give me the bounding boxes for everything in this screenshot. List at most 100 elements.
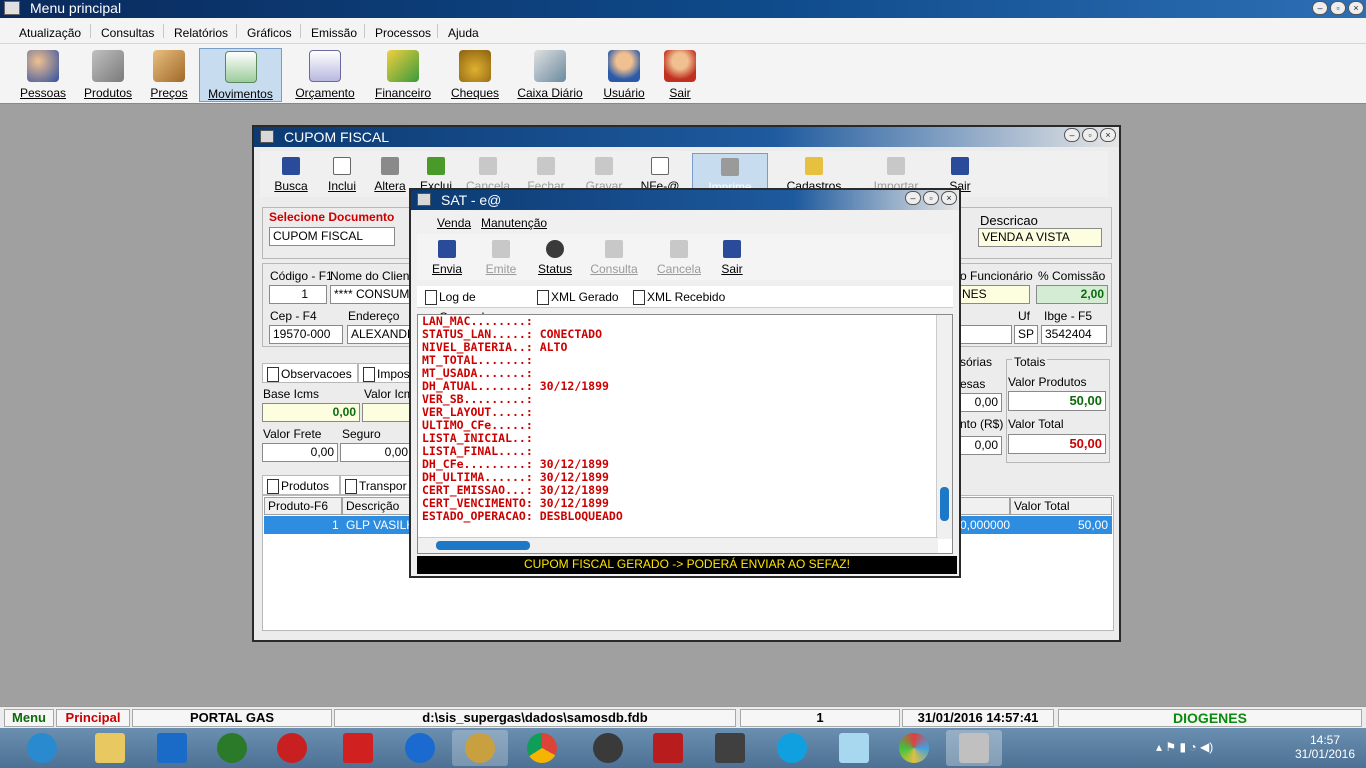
restore-icon[interactable]: ▫ bbox=[923, 191, 939, 205]
system-app-icon[interactable] bbox=[946, 730, 1002, 766]
cancela-button[interactable]: Cancela bbox=[464, 153, 512, 193]
desconto-field[interactable]: 0,00 bbox=[958, 436, 1002, 455]
acrobat-icon[interactable] bbox=[330, 730, 386, 766]
close-icon[interactable]: × bbox=[941, 191, 957, 205]
nfe-button[interactable]: NFe-@ bbox=[638, 153, 682, 193]
menu-consultas[interactable]: Consultas bbox=[101, 26, 154, 40]
toolbar-orcamento-button[interactable]: Orçamento bbox=[292, 48, 358, 102]
tray-icons[interactable]: ▴ ⚑ ▮ ◔ ◀) bbox=[1156, 740, 1213, 754]
valor-icms-field[interactable] bbox=[362, 403, 412, 422]
toolbar-pessoas-button[interactable]: Pessoas bbox=[16, 48, 70, 102]
ib-icon[interactable] bbox=[580, 730, 636, 766]
close-icon[interactable]: × bbox=[1348, 1, 1364, 15]
menu-processos[interactable]: Processos bbox=[375, 26, 431, 40]
descricao-field[interactable]: VENDA A VISTA bbox=[978, 228, 1102, 247]
fechar-button[interactable]: Fechar bbox=[526, 153, 566, 193]
paint-icon[interactable] bbox=[886, 730, 942, 766]
log-area[interactable]: LAN_MAC........: STATUS_LAN.....: CONECTA… bbox=[417, 314, 953, 554]
toolbar-sair-button[interactable]: Sair bbox=[660, 48, 700, 102]
sat-cancela-button[interactable]: Cancela bbox=[655, 236, 703, 276]
envia-button[interactable]: Envia bbox=[431, 236, 463, 276]
inclui-button[interactable]: Inclui bbox=[326, 153, 358, 193]
app-7-icon[interactable] bbox=[452, 730, 508, 766]
tray-clock[interactable]: 14:57 31/01/2016 bbox=[1292, 733, 1358, 761]
col-valor-total[interactable]: Valor Total bbox=[1010, 497, 1112, 515]
endereco-field[interactable]: ALEXANDR bbox=[347, 325, 413, 344]
tab-produtos[interactable]: Produtos bbox=[262, 475, 340, 495]
menu-atualizacao[interactable]: Atualização bbox=[19, 26, 81, 40]
sublime-icon[interactable] bbox=[702, 730, 758, 766]
col-descricao[interactable]: Descrição bbox=[342, 497, 412, 515]
seguro-field[interactable]: 0,00 bbox=[340, 443, 412, 462]
funcionario-field[interactable]: NES bbox=[958, 285, 1030, 304]
restore-icon[interactable]: ▫ bbox=[1330, 1, 1346, 15]
minimize-icon[interactable]: – bbox=[1064, 128, 1080, 142]
emite-button[interactable]: Emite bbox=[483, 236, 519, 276]
outlook-icon[interactable] bbox=[144, 730, 200, 766]
toolbar-financeiro-button[interactable]: Financeiro bbox=[370, 48, 436, 102]
tab-observacoes[interactable]: Observacoes bbox=[262, 363, 358, 383]
log-line: ESTADO_OPERACAO: DESBLOQUEADO bbox=[422, 509, 623, 523]
col-produto[interactable]: Produto-F6 bbox=[264, 497, 342, 515]
tab-impostos[interactable]: Impos bbox=[358, 363, 412, 383]
exclui-button[interactable]: Exclui bbox=[418, 153, 454, 193]
consulta-button[interactable]: Consulta bbox=[587, 236, 641, 276]
busca-button[interactable]: Busca bbox=[274, 153, 308, 193]
vertical-scrollbar[interactable] bbox=[936, 315, 952, 539]
comissao-field[interactable]: 2,00 bbox=[1036, 285, 1108, 304]
cadastros-button[interactable]: Cadastros bbox=[776, 153, 852, 193]
minimize-icon[interactable]: – bbox=[905, 191, 921, 205]
chrome-icon[interactable] bbox=[514, 730, 570, 766]
menu-relatorios[interactable]: Relatórios bbox=[174, 26, 228, 40]
hscroll-thumb[interactable] bbox=[436, 541, 530, 550]
despesas-field[interactable]: 0,00 bbox=[958, 393, 1002, 412]
menu-emissao[interactable]: Emissão bbox=[311, 26, 357, 40]
sat-sair-button[interactable]: Sair bbox=[717, 236, 747, 276]
toolbar-caixa-diario-button[interactable]: Caixa Diário bbox=[515, 48, 585, 102]
ie-icon[interactable] bbox=[14, 730, 70, 766]
base-icms-field[interactable]: 0,00 bbox=[262, 403, 360, 422]
cidade-field[interactable] bbox=[960, 325, 1012, 344]
restore-icon[interactable]: ▫ bbox=[1082, 128, 1098, 142]
skype-icon[interactable] bbox=[764, 730, 820, 766]
toolbar-precos-button[interactable]: Preços bbox=[146, 48, 192, 102]
codigo-field[interactable]: 1 bbox=[269, 285, 327, 304]
documento-select[interactable]: CUPOM FISCAL bbox=[269, 227, 395, 246]
filezilla-icon[interactable] bbox=[640, 730, 696, 766]
dx-icon[interactable] bbox=[264, 730, 320, 766]
col-qtd[interactable] bbox=[958, 497, 1010, 515]
toolbar-produtos-button[interactable]: Produtos bbox=[80, 48, 136, 102]
notes-icon[interactable] bbox=[826, 730, 882, 766]
file-explorer-icon[interactable] bbox=[82, 730, 138, 766]
tab-log-comando[interactable]: Log de Comando bbox=[421, 287, 529, 324]
teamviewer-icon[interactable] bbox=[392, 730, 448, 766]
valor-produtos-field[interactable]: 50,00 bbox=[1008, 391, 1106, 411]
app-icon[interactable] bbox=[4, 1, 20, 15]
scroll-thumb[interactable] bbox=[940, 487, 949, 521]
tab-transporte[interactable]: Transpor bbox=[340, 475, 412, 495]
tab-xml-recebido[interactable]: XML Recebido bbox=[629, 287, 729, 307]
valor-frete-field[interactable]: 0,00 bbox=[262, 443, 338, 462]
menu-graficos[interactable]: Gráficos bbox=[247, 26, 292, 40]
cupom-sair-button[interactable]: Sair bbox=[944, 153, 976, 193]
toolbar-cheques-button[interactable]: Cheques bbox=[447, 48, 503, 102]
uf-field[interactable]: SP bbox=[1014, 325, 1038, 344]
altera-button[interactable]: Altera bbox=[372, 153, 408, 193]
toolbar-usuario-button[interactable]: Usuário bbox=[598, 48, 650, 102]
cep-field[interactable]: 19570-000 bbox=[269, 325, 343, 344]
importar-button[interactable]: Importar bbox=[860, 153, 932, 193]
app-7g-icon[interactable] bbox=[204, 730, 260, 766]
sat-menu-manutencao[interactable]: Manutenção bbox=[481, 216, 547, 230]
nome-cliente-field[interactable]: **** CONSUMID bbox=[330, 285, 412, 304]
menu-ajuda[interactable]: Ajuda bbox=[448, 26, 479, 40]
ibge-field[interactable]: 3542404 bbox=[1041, 325, 1107, 344]
tab-xml-gerado[interactable]: XML Gerado bbox=[533, 287, 625, 307]
horizontal-scrollbar[interactable] bbox=[418, 537, 938, 553]
gravar-button[interactable]: Gravar bbox=[584, 153, 624, 193]
valor-total-field[interactable]: 50,00 bbox=[1008, 434, 1106, 454]
status-button[interactable]: Status bbox=[537, 236, 573, 276]
toolbar-movimentos-button[interactable]: Movimentos bbox=[199, 48, 282, 102]
sat-menu-venda[interactable]: Venda bbox=[437, 216, 471, 230]
minimize-icon[interactable]: – bbox=[1312, 1, 1328, 15]
close-icon[interactable]: × bbox=[1100, 128, 1116, 142]
